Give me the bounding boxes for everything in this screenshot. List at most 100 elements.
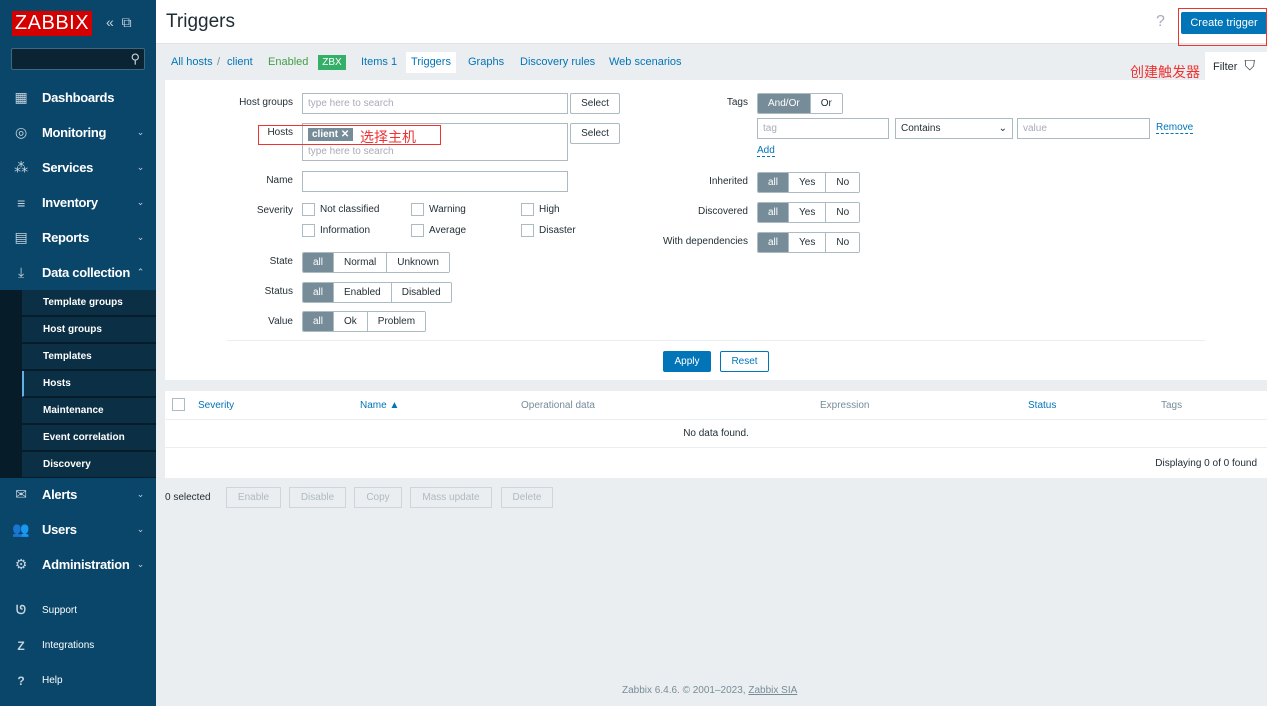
option-no[interactable]: No: [825, 203, 860, 222]
severity-disaster[interactable]: Disaster: [521, 224, 576, 237]
host-groups-input[interactable]: type here to search: [302, 93, 568, 114]
checkbox[interactable]: [521, 203, 534, 216]
submenu-templates[interactable]: Templates: [22, 344, 156, 370]
severity-average[interactable]: Average: [411, 224, 466, 237]
tab-triggers[interactable]: Triggers: [406, 52, 456, 73]
tag-value-input[interactable]: value: [1017, 118, 1150, 139]
value-toggle[interactable]: all Ok Problem: [302, 311, 427, 332]
reset-button[interactable]: Reset: [720, 351, 769, 372]
column-name[interactable]: Name ▲: [360, 400, 399, 411]
checkbox[interactable]: [302, 224, 315, 237]
option-yes[interactable]: Yes: [788, 233, 826, 252]
menu-support[interactable]: ᘎ Support: [0, 593, 156, 628]
state-all[interactable]: all: [303, 253, 334, 272]
status-all[interactable]: all: [303, 283, 334, 302]
submenu-event-correlation[interactable]: Event correlation: [22, 425, 156, 451]
severity-warning[interactable]: Warning: [411, 203, 466, 216]
severity-high[interactable]: High: [521, 203, 560, 216]
value-ok[interactable]: Ok: [333, 312, 367, 331]
menu-dashboards[interactable]: ▦ Dashboards: [0, 80, 156, 115]
option-all[interactable]: all: [758, 173, 789, 192]
menu-monitoring[interactable]: ◎ Monitoring ⌄: [0, 115, 156, 150]
search-icon[interactable]: ⚲: [130, 51, 140, 67]
select-all-checkbox[interactable]: [172, 398, 185, 411]
state-normal[interactable]: Normal: [333, 253, 387, 272]
zabbix-logo[interactable]: ZABBIX: [12, 11, 92, 36]
menu-reports[interactable]: ▤ Reports ⌄: [0, 220, 156, 255]
status-disabled[interactable]: Disabled: [390, 283, 451, 302]
checkbox[interactable]: [411, 224, 424, 237]
tag-input[interactable]: tag: [757, 118, 889, 139]
nav-graphs[interactable]: Graphs: [468, 56, 504, 68]
severity-not-classified[interactable]: Not classified: [302, 203, 379, 216]
remove-tag-link[interactable]: Remove: [1156, 122, 1194, 134]
column-severity[interactable]: Severity: [198, 400, 234, 411]
status-enabled[interactable]: Enabled: [333, 283, 391, 302]
checkbox[interactable]: [521, 224, 534, 237]
name-input[interactable]: [302, 171, 568, 192]
data-collection-icon: ⤓: [18, 264, 24, 280]
submenu-hosts[interactable]: Hosts: [22, 371, 156, 397]
sidebar-search-input[interactable]: ⚲: [11, 48, 145, 70]
submenu-discovery[interactable]: Discovery: [22, 452, 156, 478]
collapse-sidebar-icon[interactable]: « ⧉: [106, 14, 132, 31]
menu-users[interactable]: 👥 Users ⌄: [0, 512, 156, 547]
filter-icon: ⛉: [1244, 57, 1256, 73]
nav-items[interactable]: Items 1: [361, 56, 397, 68]
menu-data-collection[interactable]: ⤓ Data collection ⌃: [0, 255, 156, 290]
menu-integrations[interactable]: Z Integrations: [0, 628, 156, 663]
menu-label: Services: [42, 160, 94, 175]
submenu-host-groups[interactable]: Host groups: [22, 317, 156, 343]
submenu-maintenance[interactable]: Maintenance: [22, 398, 156, 424]
menu-help[interactable]: ? Help: [0, 663, 156, 698]
breadcrumb-host[interactable]: client: [227, 56, 253, 68]
severity-information[interactable]: Information: [302, 224, 370, 237]
option-no[interactable]: No: [825, 233, 860, 252]
option-yes[interactable]: Yes: [788, 203, 826, 222]
dependencies-toggle[interactable]: all Yes No: [757, 232, 861, 253]
filter-tab[interactable]: Filter ⛉: [1205, 52, 1267, 80]
option-all[interactable]: all: [758, 203, 789, 222]
menu-services[interactable]: ⁂ Services ⌄: [0, 150, 156, 185]
value-all[interactable]: all: [303, 312, 334, 331]
tags-and-or[interactable]: And/Or: [758, 94, 810, 113]
disable-button[interactable]: Disable: [289, 487, 346, 508]
submenu-template-groups[interactable]: Template groups: [22, 290, 156, 316]
discovered-toggle[interactable]: all Yes No: [757, 202, 861, 223]
tags-or[interactable]: Or: [809, 94, 842, 113]
tags-mode-toggle[interactable]: And/Or Or: [757, 93, 843, 114]
breadcrumb-all-hosts[interactable]: All hosts: [171, 56, 213, 68]
hosts-select-button[interactable]: Select: [570, 123, 620, 144]
menu-alerts[interactable]: ✉ Alerts ⌄: [0, 477, 156, 512]
menu-inventory[interactable]: ≡ Inventory ⌄: [0, 185, 156, 220]
column-status[interactable]: Status: [1028, 400, 1056, 411]
menu-label: Data collection: [42, 265, 130, 280]
nav-web-scenarios[interactable]: Web scenarios: [609, 56, 682, 68]
mass-update-button[interactable]: Mass update: [410, 487, 492, 508]
column-expression: Expression: [820, 400, 870, 411]
chevron-down-icon: ⌄: [136, 489, 145, 499]
add-tag-link[interactable]: Add: [757, 145, 775, 157]
tag-operator-select[interactable]: Contains ⌄: [895, 118, 1013, 139]
users-icon: 👥: [12, 521, 30, 537]
copy-button[interactable]: Copy: [354, 487, 402, 508]
option-yes[interactable]: Yes: [788, 173, 826, 192]
host-groups-select-button[interactable]: Select: [570, 93, 620, 114]
footer-link[interactable]: Zabbix SIA: [748, 685, 797, 696]
nav-discovery-rules[interactable]: Discovery rules: [520, 56, 595, 68]
option-all[interactable]: all: [758, 233, 789, 252]
inherited-toggle[interactable]: all Yes No: [757, 172, 861, 193]
value-problem[interactable]: Problem: [366, 312, 426, 331]
enable-button[interactable]: Enable: [226, 487, 281, 508]
page-title: Triggers: [166, 11, 235, 32]
apply-button[interactable]: Apply: [663, 351, 711, 372]
delete-button[interactable]: Delete: [501, 487, 553, 508]
option-no[interactable]: No: [825, 173, 860, 192]
status-toggle[interactable]: all Enabled Disabled: [302, 282, 452, 303]
checkbox[interactable]: [302, 203, 315, 216]
help-icon[interactable]: ?: [1156, 13, 1165, 31]
state-toggle[interactable]: all Normal Unknown: [302, 252, 450, 273]
checkbox[interactable]: [411, 203, 424, 216]
state-unknown[interactable]: Unknown: [386, 253, 449, 272]
menu-administration[interactable]: ⚙ Administration ⌄: [0, 547, 156, 582]
